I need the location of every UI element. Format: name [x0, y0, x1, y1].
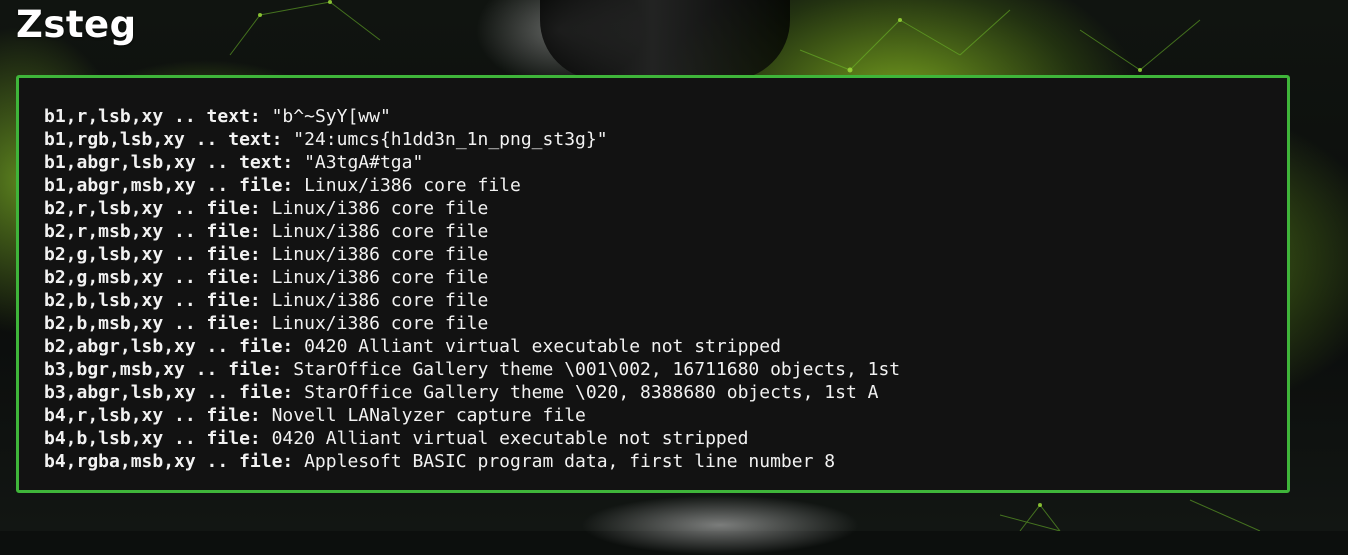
- output-line: b3,bgr,msb,xy .. file: StarOffice Galler…: [44, 358, 1287, 381]
- output-line-value: 0420 Alliant virtual executable not stri…: [304, 336, 781, 357]
- output-line-value: Linux/i386 core file: [271, 244, 489, 265]
- output-line: b4,rgba,msb,xy .. file: Applesoft BASIC …: [44, 450, 1287, 473]
- output-line: b2,b,msb,xy .. file: Linux/i386 core fil…: [44, 312, 1287, 335]
- output-line: b2,g,msb,xy .. file: Linux/i386 core fil…: [44, 266, 1287, 289]
- output-line: b2,b,lsb,xy .. file: Linux/i386 core fil…: [44, 289, 1287, 312]
- output-line-key: b2,r,lsb,xy .. file:: [44, 198, 261, 219]
- output-line-key: b3,bgr,msb,xy .. file:: [44, 359, 283, 380]
- output-line-key: b2,abgr,lsb,xy .. file:: [44, 336, 294, 357]
- output-line: b2,r,lsb,xy .. file: Linux/i386 core fil…: [44, 197, 1287, 220]
- output-line-value: StarOffice Gallery theme \020, 8388680 o…: [304, 382, 879, 403]
- output-line-value: StarOffice Gallery theme \001\002, 16711…: [293, 359, 901, 380]
- output-line: b2,g,lsb,xy .. file: Linux/i386 core fil…: [44, 243, 1287, 266]
- page-title: Zsteg: [16, 3, 137, 46]
- output-line-value: Linux/i386 core file: [304, 175, 521, 196]
- output-line-key: b2,g,lsb,xy .. file:: [44, 244, 261, 265]
- output-line-value: "A3tgA#tga": [304, 152, 424, 173]
- output-line-key: b2,b,lsb,xy .. file:: [44, 290, 261, 311]
- zsteg-output-panel: b1,r,lsb,xy .. text: "b^~SyY[ww" b1,rgb,…: [16, 75, 1290, 493]
- output-line: b1,r,lsb,xy .. text: "b^~SyY[ww": [44, 105, 1287, 128]
- output-line-value: Linux/i386 core file: [271, 198, 489, 219]
- output-line-value: Applesoft BASIC program data, first line…: [304, 451, 836, 472]
- output-line-key: b1,abgr,lsb,xy .. text:: [44, 152, 294, 173]
- output-line-value: Linux/i386 core file: [271, 221, 489, 242]
- output-line: b1,abgr,lsb,xy .. text: "A3tgA#tga": [44, 151, 1287, 174]
- output-line-value: "24:umcs{h1dd3n_1n_png_st3g}": [293, 129, 608, 150]
- output-line: b1,rgb,lsb,xy .. text: "24:umcs{h1dd3n_1…: [44, 128, 1287, 151]
- output-line-key: b4,rgba,msb,xy .. file:: [44, 451, 294, 472]
- output-line-value: 0420 Alliant virtual executable not stri…: [271, 428, 749, 449]
- output-line-key: b3,abgr,lsb,xy .. file:: [44, 382, 294, 403]
- output-line-value: Linux/i386 core file: [271, 290, 489, 311]
- output-line-value: Linux/i386 core file: [271, 313, 489, 334]
- output-line: b4,r,lsb,xy .. file: Novell LANalyzer ca…: [44, 404, 1287, 427]
- output-line-key: b1,r,lsb,xy .. text:: [44, 106, 261, 127]
- output-line-key: b2,b,msb,xy .. file:: [44, 313, 261, 334]
- output-line: b1,abgr,msb,xy .. file: Linux/i386 core …: [44, 174, 1287, 197]
- output-line: b4,b,lsb,xy .. file: 0420 Alliant virtua…: [44, 427, 1287, 450]
- output-line-key: b4,b,lsb,xy .. file:: [44, 428, 261, 449]
- output-line-value: Linux/i386 core file: [271, 267, 489, 288]
- output-line-key: b2,r,msb,xy .. file:: [44, 221, 261, 242]
- output-line-key: b4,r,lsb,xy .. file:: [44, 405, 261, 426]
- output-line-value: "b^~SyY[ww": [271, 106, 391, 127]
- output-line: b3,abgr,lsb,xy .. file: StarOffice Galle…: [44, 381, 1287, 404]
- output-line-value: Novell LANalyzer capture file: [271, 405, 586, 426]
- output-line-key: b1,rgb,lsb,xy .. text:: [44, 129, 283, 150]
- output-line: b2,abgr,lsb,xy .. file: 0420 Alliant vir…: [44, 335, 1287, 358]
- output-line-key: b2,g,msb,xy .. file:: [44, 267, 261, 288]
- output-line-key: b1,abgr,msb,xy .. file:: [44, 175, 294, 196]
- output-line: b2,r,msb,xy .. file: Linux/i386 core fil…: [44, 220, 1287, 243]
